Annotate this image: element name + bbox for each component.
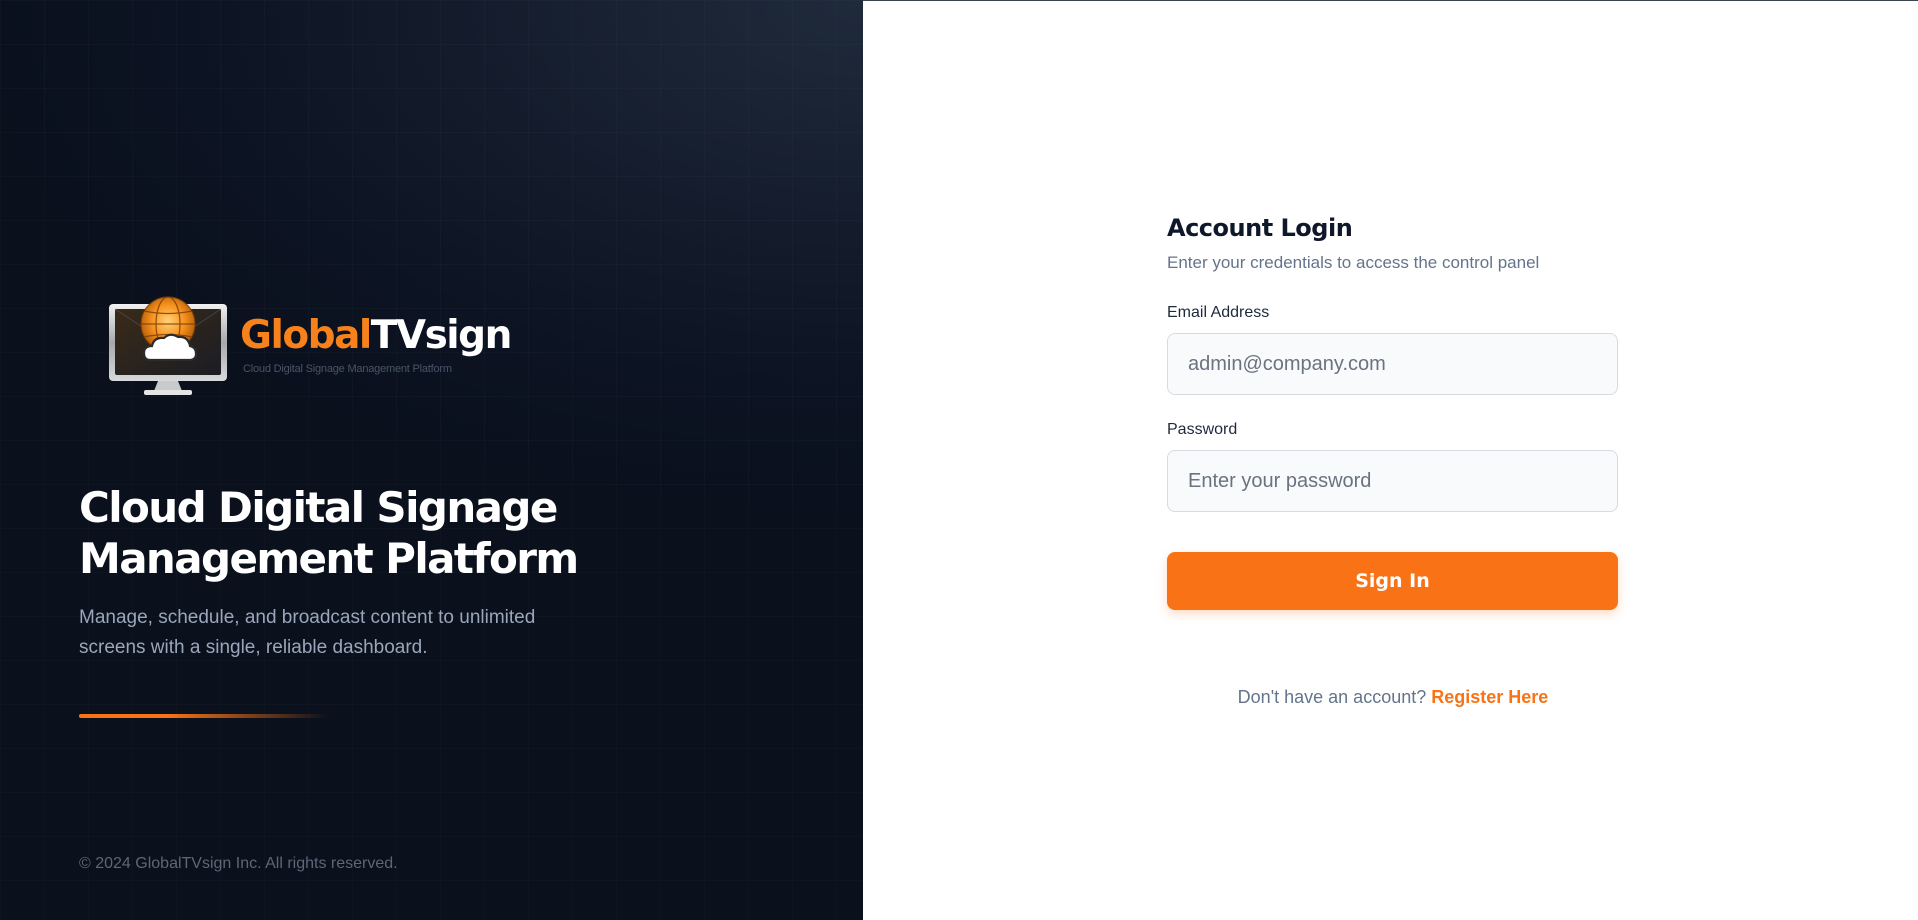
wordmark-tvsign: TVsign (370, 313, 513, 358)
password-field[interactable] (1167, 450, 1618, 512)
brand-tagline: Cloud Digital Signage Management Platfor… (243, 363, 452, 375)
copyright-text: © 2024 GlobalTVsign Inc. All rights rese… (79, 855, 398, 872)
brand-description: Manage, schedule, and broadcast content … (79, 607, 536, 658)
register-link[interactable]: Register Here (1431, 687, 1548, 707)
brand-headline: Cloud Digital Signage Management Platfor… (79, 482, 599, 584)
password-label: Password (1167, 421, 1238, 438)
login-panel: Account Login Enter your credentials to … (863, 0, 1918, 920)
login-subtitle: Enter your credentials to access the con… (1167, 253, 1540, 272)
email-label: Email Address (1167, 304, 1270, 321)
brand-wordmark: GlobalTVsign (240, 313, 513, 358)
headline-line-2: Management Platform (79, 534, 579, 583)
brand-logo: GlobalTVsign Cloud Digital Signage Manag… (106, 294, 512, 398)
headline-line-1: Cloud Digital Signage (79, 483, 558, 532)
accent-divider (79, 714, 329, 718)
register-prompt-row: Don't have an account? Register Here (1167, 684, 1619, 710)
sign-in-button[interactable]: Sign In (1167, 552, 1618, 610)
wordmark-global: Global (240, 313, 372, 358)
login-form: Account Login Enter your credentials to … (1167, 210, 1619, 710)
register-prompt-text: Don't have an account? (1237, 687, 1427, 707)
brand-panel: GlobalTVsign Cloud Digital Signage Manag… (0, 0, 863, 920)
email-field[interactable] (1167, 333, 1618, 395)
cloud-monitor-globe-icon (109, 296, 227, 395)
login-title: Account Login (1167, 214, 1353, 242)
